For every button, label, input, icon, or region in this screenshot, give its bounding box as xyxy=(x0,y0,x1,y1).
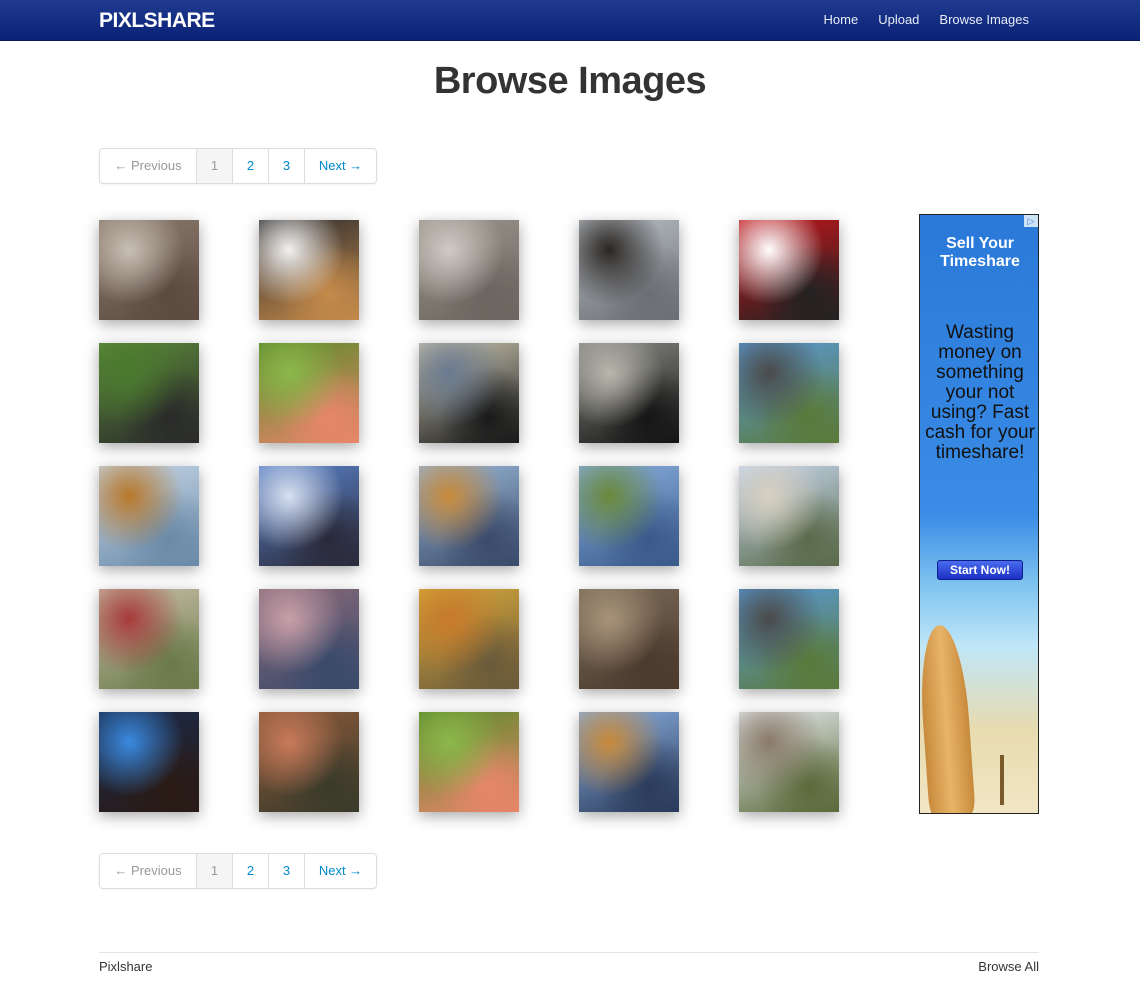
image-thumb-pond-reflection[interactable] xyxy=(259,589,359,689)
palm-tree-graphic xyxy=(1000,755,1004,805)
surfboard-graphic xyxy=(920,623,976,813)
image-thumb-brochures[interactable] xyxy=(99,220,199,320)
ad-body-text: Wasting money on something your not usin… xyxy=(925,322,1035,463)
image-thumb-red-maple[interactable] xyxy=(99,589,199,689)
pagination-bottom: ← Previous 1 2 3 Next → xyxy=(99,853,377,889)
image-thumb-dog-window[interactable] xyxy=(579,220,679,320)
pagination-page-3[interactable]: 3 xyxy=(268,149,304,183)
footer-site-name: Pixlshare xyxy=(99,959,153,974)
image-thumb-package-doorway[interactable] xyxy=(419,220,519,320)
pagination-page-2[interactable]: 2 xyxy=(232,149,268,183)
top-navbar: PIXLSHARE Home Upload Browse Images xyxy=(0,0,1140,41)
image-thumb-autumn-canopy[interactable] xyxy=(419,589,519,689)
image-thumb-gothic-window[interactable] xyxy=(99,712,199,812)
nav-links: Home Upload Browse Images xyxy=(824,12,1029,27)
image-thumb-cathedral-2[interactable] xyxy=(739,589,839,689)
footer-divider xyxy=(99,952,1039,953)
image-thumb-cnn-screenshot[interactable] xyxy=(739,220,839,320)
image-thumb-washington-arch[interactable] xyxy=(739,466,839,566)
nav-link-browse-images[interactable]: Browse Images xyxy=(939,12,1029,27)
image-thumb-canal-autumn[interactable] xyxy=(99,466,199,566)
pagination-next[interactable]: Next → xyxy=(304,149,376,183)
image-thumb-abbey-ruins[interactable] xyxy=(739,712,839,812)
pagination-page-2[interactable]: 2 xyxy=(232,854,268,888)
image-thumb-cathedral[interactable] xyxy=(739,343,839,443)
image-thumb-flower[interactable] xyxy=(259,343,359,443)
brand-logo[interactable]: PIXLSHARE xyxy=(99,9,215,33)
ad-start-now-button[interactable]: Start Now! xyxy=(937,560,1023,580)
image-thumb-granola-bar[interactable] xyxy=(259,220,359,320)
image-thumb-canal-trees[interactable] xyxy=(419,466,519,566)
pagination-page-3[interactable]: 3 xyxy=(268,854,304,888)
image-grid xyxy=(99,220,839,812)
nav-link-home[interactable]: Home xyxy=(824,12,859,27)
image-thumb-autumn-leaves[interactable] xyxy=(259,712,359,812)
image-thumb-canal-path[interactable] xyxy=(579,466,679,566)
pagination-next[interactable]: Next → xyxy=(304,854,376,888)
image-thumb-flower-2[interactable] xyxy=(419,712,519,812)
pagination-previous[interactable]: ← Previous xyxy=(100,854,196,888)
ad-banner[interactable]: ▷ Sell Your Timeshare Wasting money on s… xyxy=(919,214,1039,814)
image-thumb-sunset-skyline[interactable] xyxy=(419,343,519,443)
image-thumb-river-autumn[interactable] xyxy=(579,712,679,812)
pagination-previous[interactable]: ← Previous xyxy=(100,149,196,183)
image-thumb-eiffel-tower[interactable] xyxy=(259,466,359,566)
adchoices-icon[interactable]: ▷ xyxy=(1024,215,1038,227)
pagination-page-1[interactable]: 1 xyxy=(196,149,232,183)
pagination-top: ← Previous 1 2 3 Next → xyxy=(99,148,377,184)
pagination-page-1[interactable]: 1 xyxy=(196,854,232,888)
image-thumb-catacomb-skulls[interactable] xyxy=(579,589,679,689)
image-thumb-dog-lawn[interactable] xyxy=(99,343,199,443)
image-thumb-dog-floor[interactable] xyxy=(579,343,679,443)
nav-link-upload[interactable]: Upload xyxy=(878,12,919,27)
page-title: Browse Images xyxy=(433,60,707,102)
footer-browse-all-link[interactable]: Browse All xyxy=(978,959,1039,974)
ad-headline: Sell Your Timeshare xyxy=(940,235,1020,270)
